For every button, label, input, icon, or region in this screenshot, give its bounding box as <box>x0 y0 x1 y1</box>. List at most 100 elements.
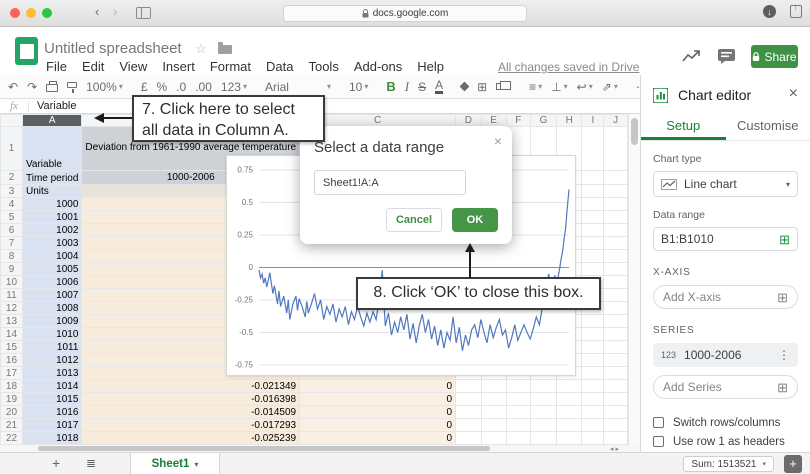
cell[interactable]: 0 <box>299 392 457 406</box>
row-header-16[interactable]: 16 <box>0 353 23 367</box>
redo-icon[interactable]: ↷ <box>27 80 37 94</box>
cell[interactable] <box>555 379 583 393</box>
column-header-j[interactable]: J <box>603 114 628 127</box>
select-range-grid-icon[interactable]: ⊞ <box>779 233 790 246</box>
cell[interactable] <box>581 236 605 250</box>
row-header-12[interactable]: 12 <box>0 301 23 315</box>
cell[interactable] <box>581 405 605 419</box>
cell[interactable] <box>480 418 507 432</box>
cell[interactable]: -0.014509 <box>81 405 301 419</box>
share-sheet-icon[interactable] <box>790 2 802 18</box>
cell[interactable] <box>603 275 628 289</box>
cell[interactable] <box>455 405 482 419</box>
cell[interactable]: 0 <box>299 418 457 432</box>
cell[interactable] <box>581 431 605 445</box>
cell[interactable] <box>603 314 628 328</box>
insights-icon[interactable] <box>682 50 702 63</box>
row-header-15[interactable]: 15 <box>0 340 23 354</box>
column-header-i[interactable]: I <box>581 114 605 127</box>
cell[interactable] <box>505 405 532 419</box>
select-all-corner[interactable] <box>0 114 23 127</box>
row-header-5[interactable]: 5 <box>0 210 23 224</box>
row-header-4[interactable]: 4 <box>0 197 23 211</box>
menu-data[interactable]: Data <box>266 59 293 74</box>
cell[interactable] <box>581 366 605 380</box>
option-use-row-1-as-headers[interactable]: Use row 1 as headers <box>653 432 798 451</box>
italic-button[interactable]: I <box>405 79 409 95</box>
star-icon[interactable]: ☆ <box>195 41 207 57</box>
more-formats-select[interactable]: 123 ▾ <box>221 80 247 94</box>
row-header-10[interactable]: 10 <box>0 275 23 289</box>
cell[interactable] <box>455 431 482 445</box>
cell[interactable]: 1015 <box>21 392 83 406</box>
tab-setup[interactable]: Setup <box>641 113 726 140</box>
cell[interactable] <box>603 197 628 211</box>
menu-format[interactable]: Format <box>210 59 251 74</box>
comment-icon[interactable] <box>718 49 735 64</box>
row-header-19[interactable]: 19 <box>0 392 23 406</box>
cell[interactable]: 1006 <box>21 275 83 289</box>
cell[interactable]: Variable <box>21 126 83 171</box>
decrease-decimals-button[interactable]: .0 <box>176 80 186 94</box>
cell[interactable]: 1014 <box>21 379 83 393</box>
menu-edit[interactable]: Edit <box>82 59 104 74</box>
cell[interactable] <box>505 392 532 406</box>
row-header-17[interactable]: 17 <box>0 366 23 380</box>
cell[interactable]: Time period <box>21 170 83 185</box>
cell[interactable]: -0.025239 <box>81 431 301 445</box>
cell[interactable]: 1001 <box>21 210 83 224</box>
column-header-h[interactable]: H <box>555 114 583 127</box>
cell[interactable] <box>603 223 628 237</box>
cell[interactable] <box>603 249 628 263</box>
row-header-3[interactable]: 3 <box>0 184 23 198</box>
more-options-icon[interactable]: ⋮ <box>778 348 790 362</box>
cell[interactable] <box>581 392 605 406</box>
cell[interactable]: 1013 <box>21 366 83 380</box>
cell[interactable] <box>603 236 628 250</box>
cell[interactable] <box>581 184 605 198</box>
merge-cells-icon[interactable] <box>496 81 512 90</box>
cell[interactable]: -0.016398 <box>81 392 301 406</box>
cell[interactable] <box>455 392 482 406</box>
cell[interactable] <box>581 249 605 263</box>
cell[interactable] <box>455 379 482 393</box>
row-header-22[interactable]: 22 <box>0 431 23 445</box>
download-icon[interactable]: ↓ <box>763 5 776 18</box>
zoom-window-button[interactable] <box>42 8 52 18</box>
bold-button[interactable]: B <box>386 79 395 94</box>
row-header-6[interactable]: 6 <box>0 223 23 237</box>
cell[interactable]: 1018 <box>21 431 83 445</box>
cell[interactable] <box>530 405 557 419</box>
cell[interactable] <box>603 405 628 419</box>
cell[interactable] <box>603 327 628 341</box>
cell[interactable] <box>480 392 507 406</box>
column-header-g[interactable]: G <box>530 114 557 127</box>
add-sheet-button[interactable]: + <box>52 455 60 471</box>
cell[interactable] <box>555 392 583 406</box>
menu-view[interactable]: View <box>119 59 147 74</box>
cell[interactable]: 1005 <box>21 262 83 276</box>
horizontal-align-select[interactable]: ≡ ▾ <box>529 80 542 94</box>
paint-format-icon[interactable] <box>67 81 78 93</box>
row-header-7[interactable]: 7 <box>0 236 23 250</box>
cell[interactable]: 0 <box>299 405 457 419</box>
cell[interactable]: 1002 <box>21 223 83 237</box>
cell[interactable]: 0 <box>299 379 457 393</box>
cell[interactable]: 1010 <box>21 327 83 341</box>
zoom-select[interactable]: 100% ▾ <box>86 80 123 94</box>
cell[interactable] <box>555 405 583 419</box>
cell[interactable] <box>555 418 583 432</box>
cell[interactable] <box>581 418 605 432</box>
cancel-button[interactable]: Cancel <box>386 208 442 232</box>
cell[interactable] <box>603 301 628 315</box>
cell[interactable] <box>603 184 628 198</box>
cell[interactable]: Units <box>21 184 83 198</box>
cell[interactable] <box>581 353 605 367</box>
cell[interactable] <box>581 379 605 393</box>
explore-button[interactable]: + <box>784 455 802 473</box>
menu-help[interactable]: Help <box>417 59 444 74</box>
close-panel-icon[interactable]: × <box>789 85 798 103</box>
cell[interactable] <box>581 262 605 276</box>
cell[interactable] <box>581 197 605 211</box>
sidebar-toggle-icon[interactable] <box>136 7 151 19</box>
